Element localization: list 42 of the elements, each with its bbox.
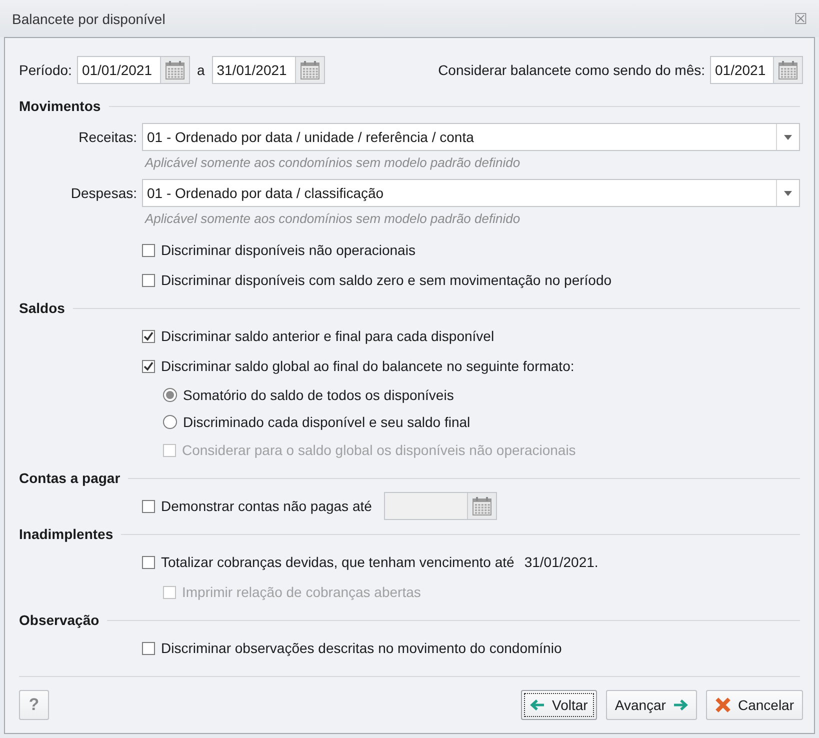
section-heading: Contas a pagar (19, 470, 120, 486)
field-label: Considerar balancete como sendo do mês: (438, 62, 705, 78)
close-icon (714, 697, 731, 713)
field-label: Receitas: (78, 129, 137, 145)
dropdown[interactable]: 01 - Ordenado por data / classificação (142, 179, 800, 207)
section-heading: Movimentos (19, 98, 101, 114)
field-label: Despesas: (70, 185, 137, 201)
checkbox-label[interactable]: Discriminar disponíveis com saldo zero e sem movimentação no período (161, 272, 612, 288)
back-button[interactable]: Voltar (521, 690, 597, 720)
cancel-button[interactable]: Cancelar (706, 690, 803, 720)
radio-button[interactable] (163, 388, 177, 402)
window-title: Balancete por disponível (12, 10, 166, 26)
checkbox-label[interactable]: Discriminar observações descritas no movimento do condomínio (161, 640, 562, 656)
checkbox-label[interactable]: Discriminar disponíveis não operacionais (161, 242, 416, 258)
next-button[interactable]: Avançar (606, 690, 697, 720)
checkbox-label[interactable]: Totalizar cobranças devidas, que tenham vencimento até (161, 554, 514, 570)
checkbox-label[interactable]: Discriminar saldo anterior e final para cada disponível (161, 328, 494, 344)
date-text: 31/01/2021. (524, 554, 598, 570)
section-heading: Saldos (19, 300, 65, 316)
radio-button[interactable] (163, 414, 177, 428)
checkbox[interactable] (142, 642, 155, 654)
section-heading: Observação (19, 612, 100, 628)
checkbox-label[interactable]: Discriminar saldo global ao final do balancete no seguinte formato: (161, 358, 574, 374)
hint-text: Aplicável somente aos condomínios sem modelo padrão definido (144, 154, 522, 172)
caret-icon[interactable] (784, 134, 792, 140)
radio-label[interactable]: Discriminado cada disponível e seu saldo final (183, 414, 470, 430)
field-label: Período: (19, 62, 72, 78)
radio-label[interactable]: Somatório do saldo de todos os disponíveis (183, 386, 454, 402)
hint-text: Aplicável somente aos condomínios sem modelo padrão definido (144, 210, 522, 228)
checkbox[interactable] (142, 244, 155, 256)
checkbox[interactable] (142, 330, 155, 342)
checkbox[interactable] (142, 500, 155, 512)
caret-icon[interactable] (784, 190, 792, 196)
checkbox[interactable] (142, 360, 155, 372)
section-heading: Inadimplentes (19, 526, 114, 542)
checkbox[interactable] (142, 274, 155, 286)
checkbox[interactable] (142, 556, 155, 568)
dropdown[interactable]: 01 - Ordenado por data / unidade / referência / conta (142, 123, 800, 151)
checkbox-label[interactable]: Demonstrar contas não pagas até (161, 498, 372, 514)
right-arrow-icon (672, 699, 688, 711)
range-separator: a (196, 62, 205, 78)
left-arrow-icon (530, 699, 546, 711)
